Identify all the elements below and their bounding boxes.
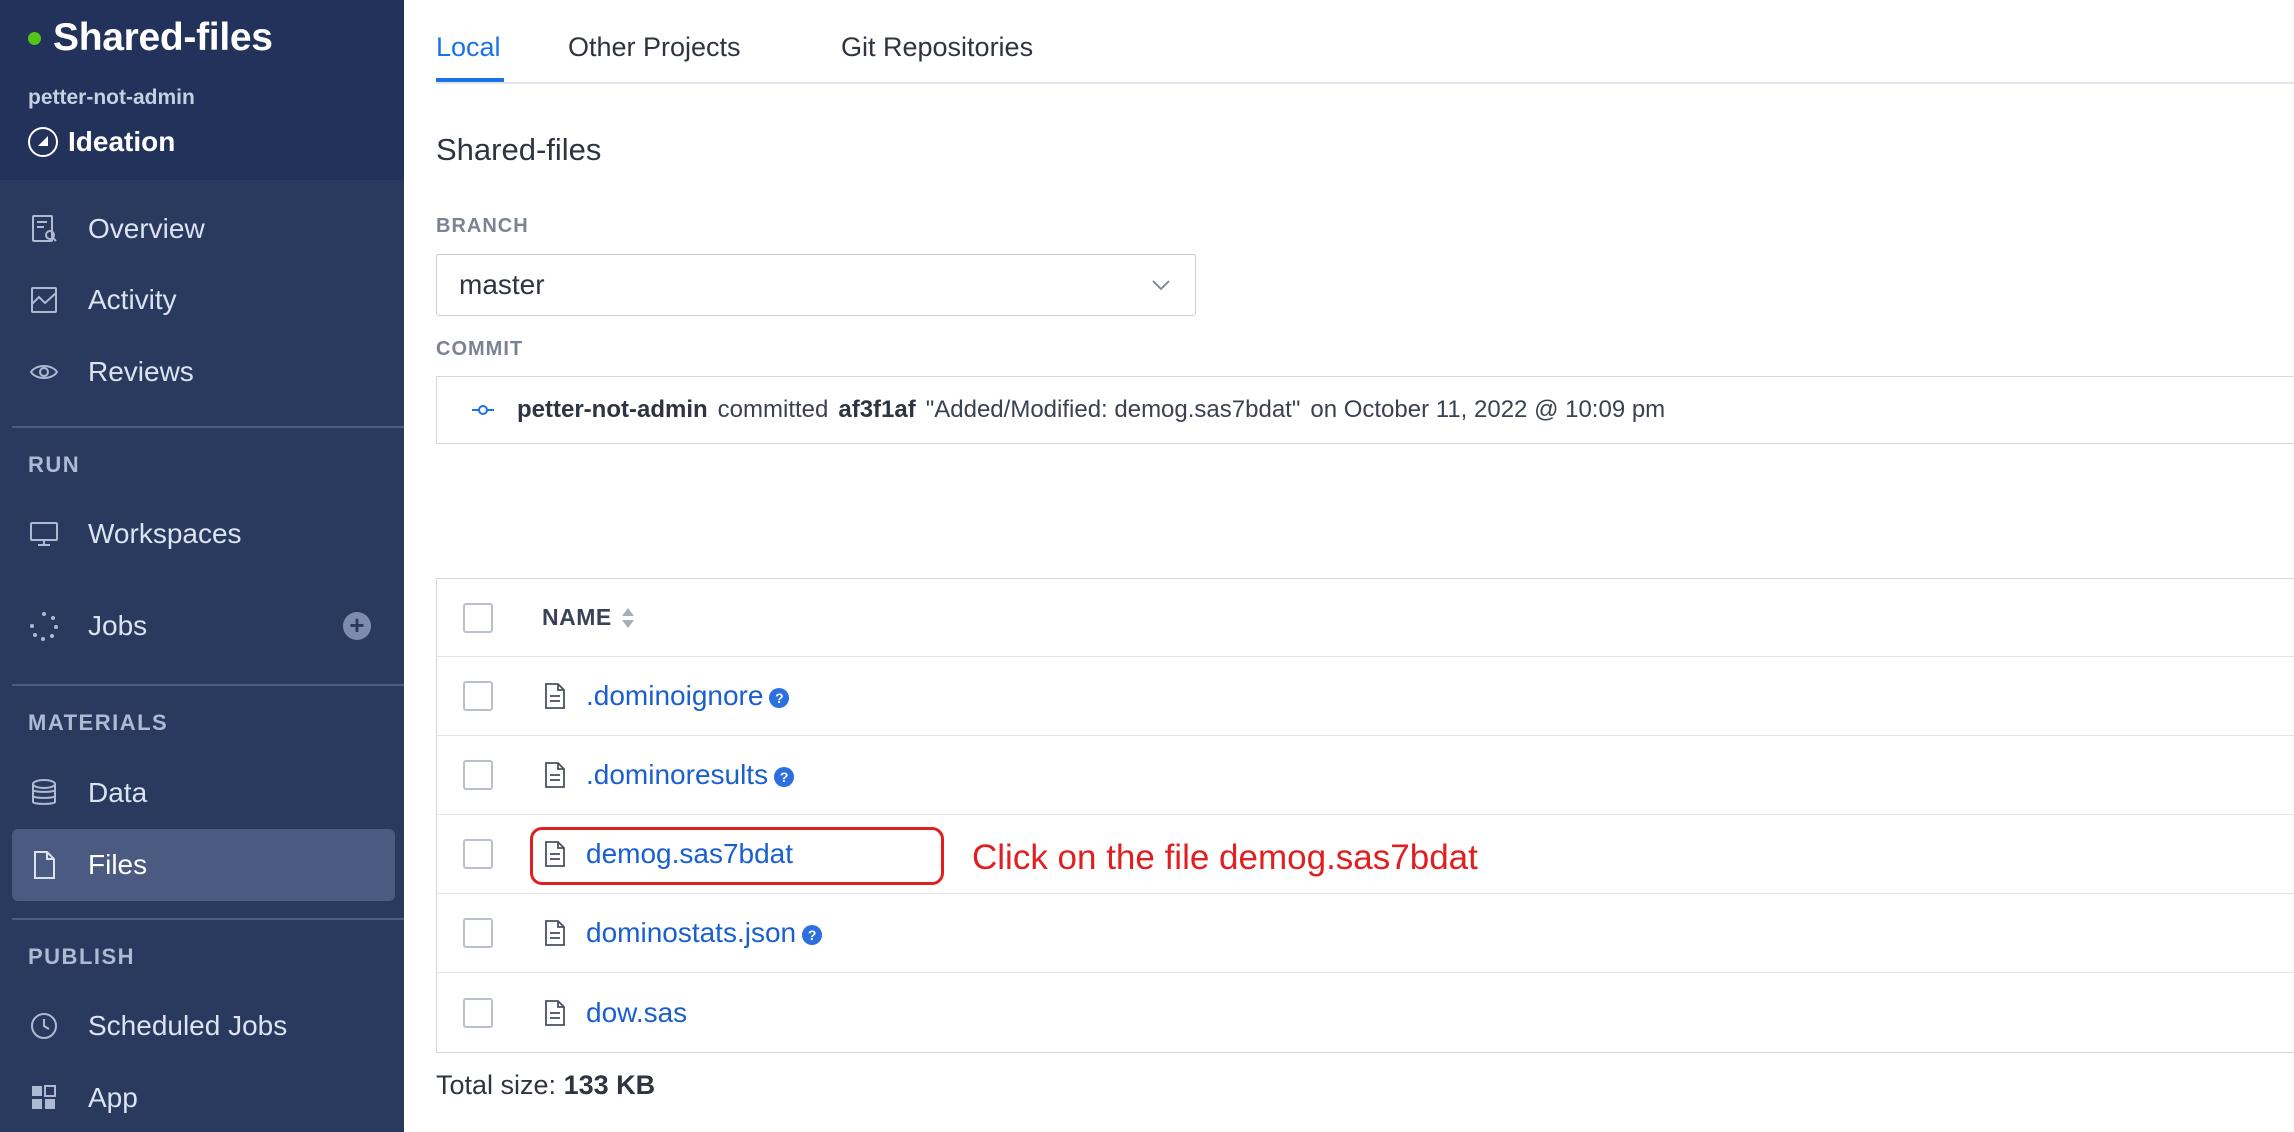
project-name[interactable]: Shared-files <box>53 16 273 60</box>
table-row[interactable]: dominostats.json ? <box>437 894 2294 973</box>
sidebar-item-label: Workspaces <box>88 518 242 549</box>
file-icon <box>545 683 565 709</box>
table-row[interactable]: .dominoresults ? <box>437 736 2294 815</box>
jobs-spinner-icon <box>28 610 60 642</box>
sidebar-item-label: Overview <box>88 213 205 244</box>
total-size-label: Total size: <box>436 1070 557 1100</box>
file-icon <box>545 920 565 946</box>
file-link[interactable]: dow.sas <box>586 997 687 1029</box>
tab-local[interactable]: Local <box>436 32 501 63</box>
sort-icon <box>621 607 634 628</box>
eye-icon <box>28 356 60 388</box>
sidebar-item-activity[interactable]: Activity <box>12 264 395 336</box>
sidebar-item-data[interactable]: Data <box>12 757 395 829</box>
sidebar-item-reviews[interactable]: Reviews <box>12 336 395 408</box>
activity-icon <box>28 284 60 316</box>
branch-select[interactable]: master <box>436 254 1196 316</box>
row-checkbox[interactable] <box>463 760 493 790</box>
row-checkbox[interactable] <box>463 997 493 1028</box>
file-name: .dominoignore <box>586 680 764 711</box>
sidebar-item-label: Jobs <box>88 610 148 641</box>
add-job-icon[interactable]: + <box>343 612 371 640</box>
commit-verb: committed <box>717 396 829 423</box>
sidebar-item-label: Scheduled Jobs <box>88 1010 288 1041</box>
sidebar-item-label: Reviews <box>88 356 194 387</box>
table-row[interactable]: dow.sas <box>437 973 2294 1052</box>
table-header-row: NAME <box>437 579 2294 657</box>
project-header: Shared-files petter-not-admin Ideation <box>0 0 404 180</box>
sidebar-divider <box>12 684 404 686</box>
file-icon <box>545 999 565 1026</box>
row-checkbox[interactable] <box>463 839 493 869</box>
database-icon <box>28 777 60 809</box>
select-all-checkbox[interactable] <box>463 602 493 633</box>
row-checkbox[interactable] <box>463 918 493 948</box>
project-title-row: Shared-files <box>28 16 376 60</box>
sidebar-divider <box>12 426 404 428</box>
sidebar-item-label: App <box>88 1082 138 1113</box>
tab-git-repositories[interactable]: Git Repositories <box>841 32 1033 63</box>
file-link[interactable]: .dominoignore ? <box>586 680 790 712</box>
commit-date: on October 11, 2022 @ 10:09 pm <box>1310 396 1666 423</box>
sidebar-item-workspaces[interactable]: Workspaces <box>12 498 395 570</box>
table-row[interactable]: .dominoignore ? <box>437 657 2294 736</box>
project-stage[interactable]: Ideation <box>28 126 376 158</box>
total-size: Total size: 133 KB <box>436 1070 655 1101</box>
tab-other-projects[interactable]: Other Projects <box>568 32 741 63</box>
commit-info: petter-not-admin committed af3f1af "Adde… <box>436 376 2294 444</box>
sidebar-item-app[interactable]: App <box>12 1062 395 1132</box>
chevron-down-icon <box>1152 280 1170 291</box>
section-heading-materials: MATERIALS <box>28 710 169 735</box>
name-column-label: NAME <box>542 604 612 630</box>
sidebar: Shared-files petter-not-admin Ideation O… <box>0 0 404 1132</box>
branch-value: master <box>459 269 545 300</box>
section-heading-run: RUN <box>28 452 81 477</box>
help-icon[interactable]: ? <box>774 767 795 787</box>
sidebar-item-label: Data <box>88 777 148 808</box>
clock-icon <box>28 1010 60 1042</box>
total-size-value: 133 KB <box>563 1070 656 1100</box>
monitor-icon <box>28 518 60 550</box>
file-table: NAME .dominoignore ? .dominoresults ? de… <box>436 578 2294 1053</box>
file-name: .dominoresults <box>586 759 769 790</box>
status-dot-icon <box>28 31 41 45</box>
sidebar-item-label: Activity <box>88 284 177 315</box>
sidebar-divider <box>12 918 404 920</box>
sidebar-item-overview[interactable]: Overview <box>12 193 395 265</box>
commit-icon <box>472 405 494 415</box>
file-name: dominostats.json <box>586 917 797 948</box>
active-tab-indicator <box>436 78 504 82</box>
annotation-text: Click on the file demog.sas7bdat <box>972 838 1478 877</box>
commit-message: "Added/Modified: demog.sas7bdat" <box>925 396 1301 423</box>
annotation-highlight-box <box>530 827 944 885</box>
tab-bar: Local Other Projects Git Repositories <box>436 0 2294 84</box>
section-heading-publish: PUBLISH <box>28 944 136 969</box>
sidebar-item-jobs[interactable]: Jobs + <box>12 590 395 662</box>
row-checkbox[interactable] <box>463 681 493 711</box>
help-icon[interactable]: ? <box>802 925 823 945</box>
name-column-header[interactable]: NAME <box>542 604 636 631</box>
stage-label: Ideation <box>68 126 176 157</box>
branch-label: BRANCH <box>436 215 529 237</box>
sidebar-item-label: Files <box>88 849 148 880</box>
sidebar-item-files[interactable]: Files <box>12 829 395 901</box>
sidebar-item-scheduled-jobs[interactable]: Scheduled Jobs <box>12 990 395 1062</box>
file-link[interactable]: dominostats.json ? <box>586 917 823 949</box>
file-icon <box>545 762 565 788</box>
overview-icon <box>28 213 60 245</box>
help-icon[interactable]: ? <box>769 688 790 708</box>
commit-label: COMMIT <box>436 338 524 360</box>
project-owner[interactable]: petter-not-admin <box>28 86 376 110</box>
file-icon <box>28 849 60 881</box>
app-grid-icon <box>28 1082 60 1114</box>
file-name: dow.sas <box>586 996 688 1028</box>
commit-hash[interactable]: af3f1af <box>838 396 915 424</box>
file-link[interactable]: .dominoresults ? <box>586 759 795 791</box>
page-title: Shared-files <box>436 132 602 167</box>
stage-icon <box>28 127 58 157</box>
commit-author[interactable]: petter-not-admin <box>517 396 708 424</box>
